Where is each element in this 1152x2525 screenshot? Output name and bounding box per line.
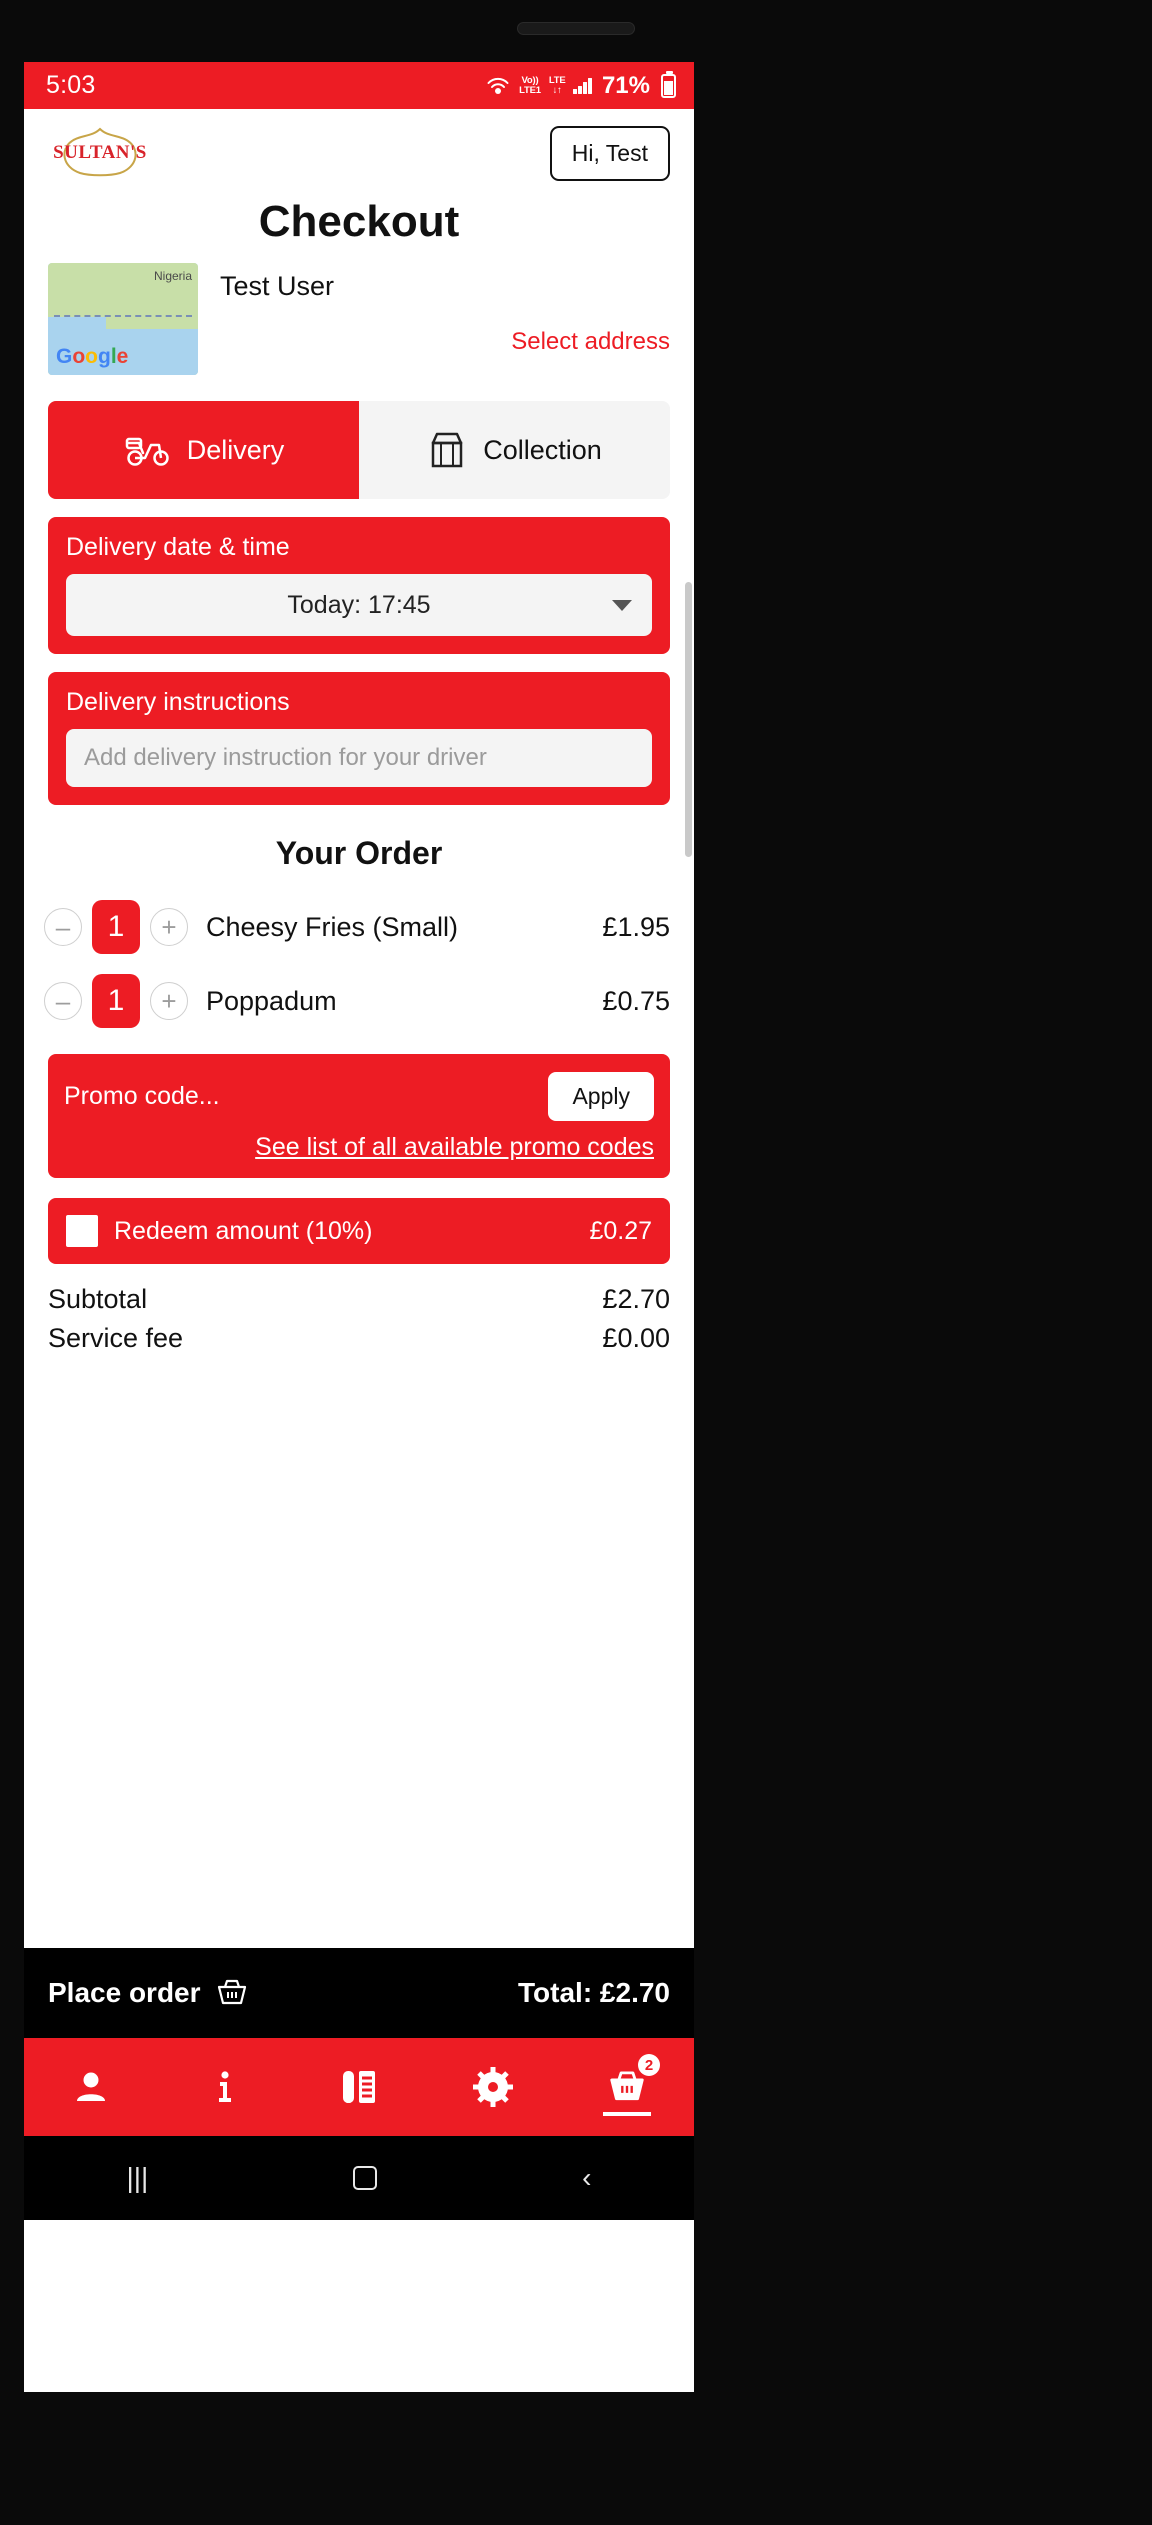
- delivery-instructions-heading: Delivery instructions: [66, 688, 290, 716]
- increment-button[interactable]: +: [150, 908, 188, 946]
- quantity-value: 1: [92, 900, 140, 954]
- tab-menu[interactable]: [292, 2038, 426, 2136]
- person-icon: [77, 2072, 105, 2101]
- order-item-name: Cheesy Fries (Small): [206, 911, 459, 942]
- shop-bag-icon: [431, 432, 463, 468]
- greeting-button[interactable]: Hi, Test: [549, 125, 670, 181]
- google-logo: Google: [56, 345, 129, 368]
- redeem-row[interactable]: Redeem amount (10%) £0.27: [48, 1198, 670, 1264]
- order-item-price: £1.95: [602, 911, 670, 942]
- app-header: SULTAN'S Hi, Test: [24, 109, 694, 187]
- map-country-label: Nigeria: [153, 269, 192, 283]
- signal-bars-icon: [573, 77, 592, 94]
- totals-list: Subtotal £2.70 Service fee £0.00: [24, 1264, 694, 1358]
- quantity-value: 1: [92, 974, 140, 1028]
- hotspot-icon: [485, 75, 511, 97]
- redeem-amount: £0.27: [589, 1216, 652, 1245]
- status-time: 5:03: [46, 71, 96, 99]
- subtotal-label: Subtotal: [48, 1284, 148, 1314]
- redeem-checkbox[interactable]: [66, 1215, 98, 1247]
- delivery-time-select[interactable]: Today: 17:45: [66, 574, 652, 636]
- address-details: Test User Select address: [220, 263, 670, 356]
- menu-book-icon: [343, 2071, 375, 2103]
- chevron-down-icon: [612, 599, 632, 611]
- order-section-title: Your Order: [275, 835, 443, 871]
- map-thumbnail[interactable]: Nigeria Google: [48, 263, 198, 375]
- tab-collection[interactable]: Collection: [359, 401, 670, 499]
- status-icons: Vo)) LTE1 LTE ↓↑ 71%: [485, 70, 676, 100]
- info-icon: [219, 2071, 231, 2102]
- action-bar: Place order Total: £2.70: [24, 1948, 694, 2038]
- tab-settings[interactable]: [426, 2038, 560, 2136]
- delivery-instructions-card: Delivery instructions Add delivery instr…: [48, 672, 670, 805]
- volte-icon: Vo)) LTE1: [519, 75, 541, 96]
- android-nav-bar: ||| ‹: [24, 2136, 694, 2220]
- status-bar: 5:03 Vo)) LTE1 LTE ↓↑ 71%: [24, 62, 694, 109]
- tab-basket[interactable]: 2: [560, 2038, 694, 2136]
- home-button[interactable]: [353, 2166, 378, 2190]
- increment-button[interactable]: +: [150, 982, 188, 1020]
- promo-top-row: Promo code... Apply: [64, 1072, 654, 1121]
- promo-code-input[interactable]: Promo code...: [64, 1082, 220, 1111]
- promo-card: Promo code... Apply See list of all avai…: [48, 1054, 670, 1178]
- quantity-stepper: – 1 +: [44, 974, 188, 1028]
- subtotal-value: £2.70: [602, 1284, 670, 1314]
- subtotal-row: Subtotal £2.70: [48, 1280, 670, 1319]
- table-row: – 1 + Cheesy Fries (Small) £1.95: [24, 890, 694, 964]
- order-item-price: £0.75: [602, 985, 670, 1016]
- table-row: – 1 + Poppadum £0.75: [24, 964, 694, 1038]
- basket-icon: [217, 1979, 246, 2005]
- address-section: Nigeria Google Test User Select address: [24, 263, 694, 375]
- order-item-name: Poppadum: [206, 985, 337, 1016]
- tab-collection-label: Collection: [483, 434, 602, 465]
- back-button[interactable]: ‹: [582, 2162, 591, 2194]
- delivery-instructions-input[interactable]: Add delivery instruction for your driver: [66, 729, 652, 787]
- service-fee-row: Service fee £0.00: [48, 1319, 670, 1358]
- service-fee-label: Service fee: [48, 1323, 184, 1353]
- battery-icon: [661, 70, 676, 98]
- basket-badge: 2: [638, 2054, 660, 2076]
- bottom-tab-bar: 2: [24, 2038, 694, 2136]
- basket-icon: [610, 2071, 644, 2101]
- map-border-dashes: [54, 315, 192, 317]
- recents-button[interactable]: |||: [126, 2162, 148, 2194]
- camera-notch: [517, 22, 635, 35]
- page-scrollbar[interactable]: [685, 582, 692, 857]
- tab-delivery-label: Delivery: [186, 434, 285, 465]
- customer-name: Test User: [220, 271, 335, 301]
- phone-device: 5:03 Vo)) LTE1 LTE ↓↑ 71% SULTAN'S Hi, T…: [0, 0, 1152, 2525]
- sultans-logo[interactable]: SULTAN'S: [48, 125, 152, 181]
- promo-list-link[interactable]: See list of all available promo codes: [64, 1133, 654, 1162]
- delivery-datetime-heading: Delivery date & time: [66, 533, 290, 561]
- battery-percent: 71%: [601, 71, 650, 99]
- delivery-time-value: Today: 17:45: [287, 590, 431, 619]
- logo-text: SULTAN'S: [53, 142, 147, 163]
- grand-total: Total: £2.70: [518, 1977, 670, 2008]
- page-title: Checkout: [258, 197, 460, 246]
- decrement-button[interactable]: –: [44, 982, 82, 1020]
- service-fee-value: £0.00: [602, 1323, 670, 1353]
- fulfilment-toggle: Delivery Collection: [48, 401, 670, 499]
- tab-account[interactable]: [24, 2038, 158, 2136]
- apply-promo-button[interactable]: Apply: [548, 1072, 654, 1121]
- decrement-button[interactable]: –: [44, 908, 82, 946]
- select-address-link[interactable]: Select address: [220, 328, 670, 356]
- scooter-icon: [125, 437, 169, 466]
- map-sea-left: [48, 317, 106, 345]
- tab-delivery[interactable]: Delivery: [48, 401, 359, 499]
- lte-icon: LTE ↓↑: [548, 75, 566, 96]
- redeem-label: Redeem amount (10%): [114, 1216, 373, 1245]
- place-order-button[interactable]: Place order: [48, 1977, 249, 2009]
- tab-info[interactable]: [158, 2038, 292, 2136]
- place-order-label: Place order: [48, 1977, 201, 2008]
- gear-icon: [473, 2067, 513, 2107]
- quantity-stepper: – 1 +: [44, 900, 188, 954]
- delivery-datetime-card: Delivery date & time Today: 17:45: [48, 517, 670, 654]
